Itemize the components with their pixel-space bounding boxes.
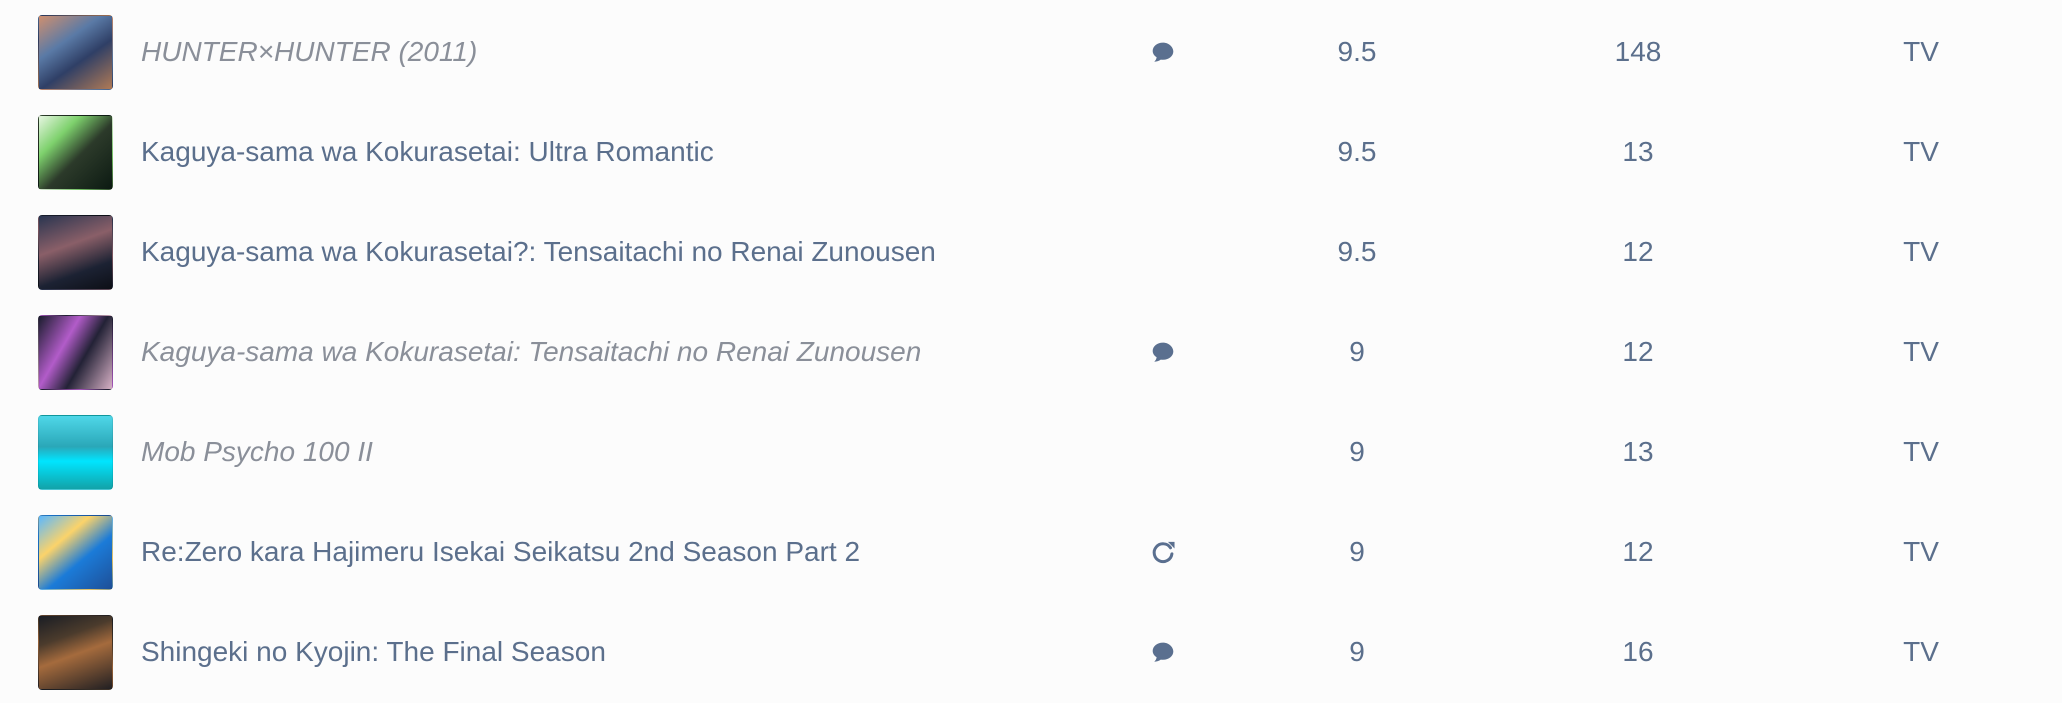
list-item: HUNTER×HUNTER (2011) 9.5 148 TV [0, 3, 2062, 103]
score: 9.5 [1337, 136, 1377, 167]
episode-count: 13 [1622, 436, 1654, 467]
score: 9 [1349, 336, 1365, 367]
episode-count: 12 [1622, 236, 1654, 267]
anime-cover-image[interactable] [38, 115, 113, 190]
anime-cover-image[interactable] [38, 15, 113, 90]
anime-type: TV [1903, 36, 1939, 67]
anime-type: TV [1903, 636, 1939, 667]
anime-cover-image[interactable] [38, 515, 113, 590]
anime-type: TV [1903, 136, 1939, 167]
anime-cover-image[interactable] [38, 215, 113, 290]
anime-type: TV [1903, 536, 1939, 567]
list-item: Mob Psycho 100 II 9 13 TV [0, 403, 2062, 503]
comment-icon[interactable] [1148, 337, 1178, 367]
score: 9 [1349, 636, 1365, 667]
list-item: Kaguya-sama wa Kokurasetai: Ultra Romant… [0, 103, 2062, 203]
score: 9.5 [1337, 36, 1377, 67]
episode-count: 12 [1622, 336, 1654, 367]
anime-type: TV [1903, 436, 1939, 467]
list-item: Kaguya-sama wa Kokurasetai?: Tensaitachi… [0, 203, 2062, 303]
list-item: Re:Zero kara Hajimeru Isekai Seikatsu 2n… [0, 503, 2062, 603]
anime-cover-image[interactable] [38, 615, 113, 690]
comment-icon[interactable] [1148, 637, 1178, 667]
comment-icon[interactable] [1148, 37, 1178, 67]
anime-cover-image[interactable] [38, 315, 113, 390]
score: 9.5 [1337, 236, 1377, 267]
anime-title-link[interactable]: Re:Zero kara Hajimeru Isekai Seikatsu 2n… [141, 530, 1121, 574]
anime-list: HUNTER×HUNTER (2011) 9.5 148 TV Kaguya-s… [0, 0, 2062, 699]
anime-cover-image[interactable] [38, 415, 113, 490]
list-item: Kaguya-sama wa Kokurasetai: Tensaitachi … [0, 303, 2062, 403]
anime-title-link[interactable]: Kaguya-sama wa Kokurasetai: Tensaitachi … [141, 330, 1121, 374]
anime-type: TV [1903, 236, 1939, 267]
list-item: Shingeki no Kyojin: The Final Season 9 1… [0, 603, 2062, 703]
anime-title-link[interactable]: Kaguya-sama wa Kokurasetai?: Tensaitachi… [141, 230, 1121, 274]
score: 9 [1349, 436, 1365, 467]
score: 9 [1349, 536, 1365, 567]
anime-type: TV [1903, 336, 1939, 367]
episode-count: 12 [1622, 536, 1654, 567]
anime-title-link[interactable]: Mob Psycho 100 II [141, 430, 1121, 474]
anime-title-link[interactable]: HUNTER×HUNTER (2011) [141, 30, 1121, 74]
episode-count: 13 [1622, 136, 1654, 167]
episode-count: 148 [1614, 36, 1662, 67]
refresh-icon[interactable] [1148, 537, 1178, 567]
anime-title-link[interactable]: Shingeki no Kyojin: The Final Season [141, 630, 1121, 674]
anime-title-link[interactable]: Kaguya-sama wa Kokurasetai: Ultra Romant… [141, 130, 1121, 174]
episode-count: 16 [1622, 636, 1654, 667]
